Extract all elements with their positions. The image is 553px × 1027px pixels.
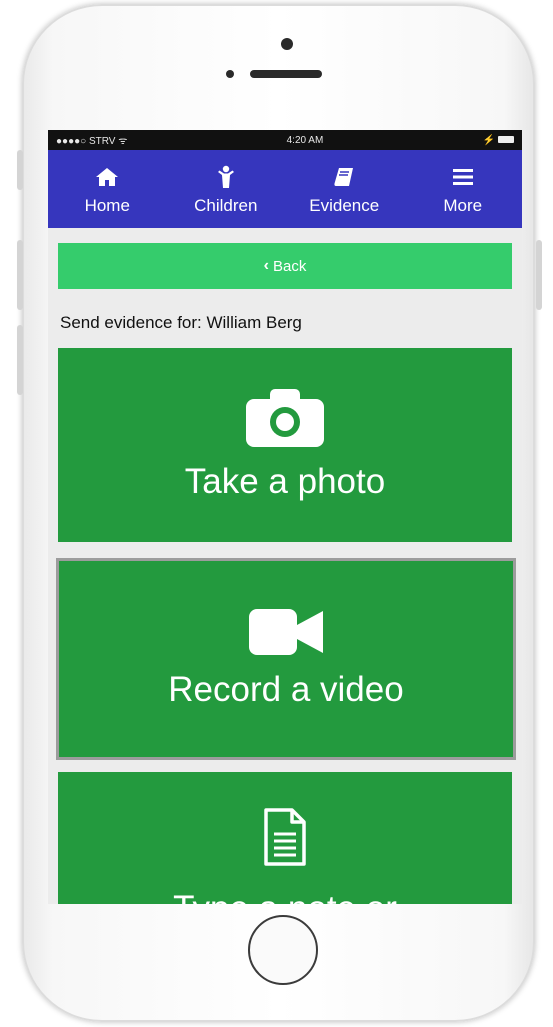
status-time: 4:20 AM xyxy=(286,134,324,146)
type-note-label: Type a note or xyxy=(173,889,397,904)
record-video-button[interactable]: Record a video xyxy=(56,558,516,760)
nav-more-label: More xyxy=(443,196,483,215)
nav-more[interactable]: More xyxy=(404,150,523,228)
back-label: Back xyxy=(272,257,307,275)
proximity-sensor xyxy=(226,70,234,78)
nav-children[interactable]: Children xyxy=(167,150,286,228)
mute-switch xyxy=(17,150,23,190)
child-icon xyxy=(217,162,235,192)
carrier-signal: ●●●●○ STRV ᯤ xyxy=(56,136,128,147)
status-bar: ●●●●○ STRV ᯤ 4:20 AM ⚡ xyxy=(48,130,522,150)
menu-icon xyxy=(452,162,474,192)
earpiece-speaker xyxy=(250,70,322,78)
volume-up-button xyxy=(17,240,23,310)
nav-home[interactable]: Home xyxy=(48,150,167,228)
home-icon xyxy=(95,162,119,192)
book-icon xyxy=(333,162,355,192)
take-photo-label: Take a photo xyxy=(184,461,386,501)
take-photo-button[interactable]: Take a photo xyxy=(58,348,512,542)
power-button xyxy=(536,240,542,310)
battery-icon xyxy=(497,136,514,144)
back-button[interactable]: ‹ Back xyxy=(58,243,512,289)
chevron-left-icon: ‹ xyxy=(263,257,269,274)
nav-children-label: Children xyxy=(194,196,258,215)
nav-evidence[interactable]: Evidence xyxy=(285,150,404,228)
nav-home-label: Home xyxy=(84,196,130,215)
battery-indicator: ⚡ xyxy=(483,135,514,146)
app-screen: ●●●●○ STRV ᯤ 4:20 AM ⚡ Home Children Evi… xyxy=(48,130,522,904)
camera-icon xyxy=(246,388,324,452)
front-camera xyxy=(281,38,293,50)
home-button[interactable] xyxy=(248,915,318,985)
type-note-button[interactable]: Type a note or xyxy=(58,772,512,904)
video-camera-icon xyxy=(249,608,323,660)
volume-down-button xyxy=(17,325,23,395)
nav-evidence-label: Evidence xyxy=(309,196,380,215)
send-evidence-label: Send evidence for: William Berg xyxy=(60,313,302,332)
record-video-label: Record a video xyxy=(168,669,404,709)
document-icon xyxy=(262,808,308,871)
top-nav-bar: Home Children Evidence More xyxy=(48,150,522,228)
